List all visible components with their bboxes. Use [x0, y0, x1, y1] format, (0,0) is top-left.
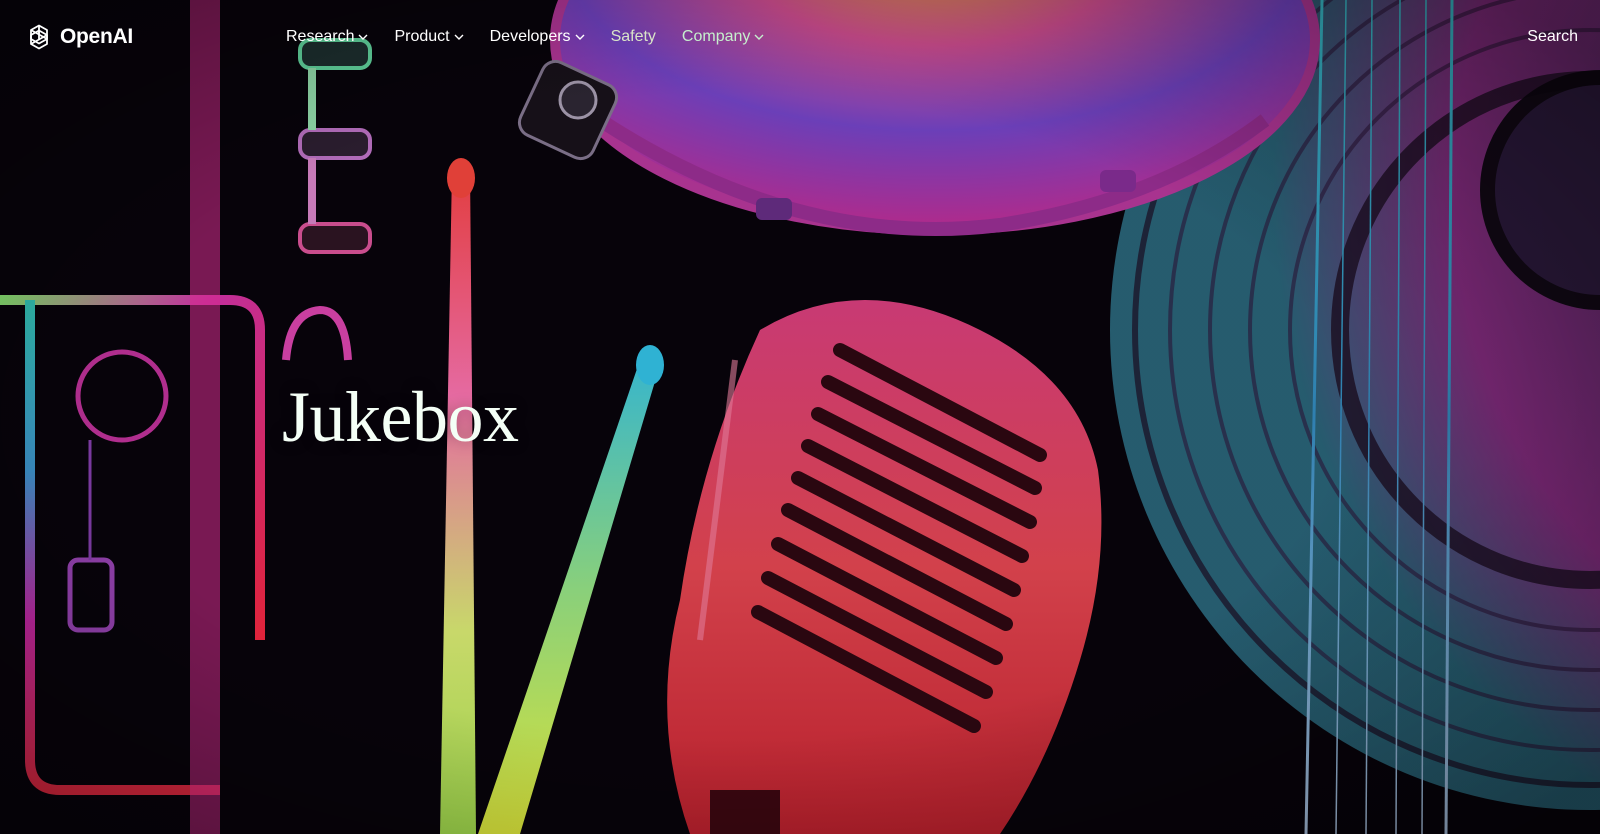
- hero-artwork: [0, 0, 1600, 834]
- brand-name: OpenAI: [60, 25, 133, 48]
- chevron-down-icon: [754, 34, 764, 40]
- nav-label: Research: [286, 28, 355, 45]
- nav-company[interactable]: Company: [682, 28, 764, 46]
- nav-research[interactable]: Research: [286, 28, 368, 46]
- openai-logo[interactable]: OpenAI: [24, 22, 133, 52]
- top-navigation: OpenAI Research Product Developers Safet…: [0, 0, 1600, 74]
- nav-developers[interactable]: Developers: [490, 28, 585, 46]
- chevron-down-icon: [575, 34, 585, 40]
- hero-section: OpenAI Research Product Developers Safet…: [0, 0, 1600, 834]
- openai-knot-icon: [30, 24, 48, 50]
- page-title: Jukebox: [282, 377, 519, 457]
- chevron-down-icon: [454, 34, 464, 40]
- search-link[interactable]: Search: [1527, 0, 1578, 74]
- nav-safety[interactable]: Safety: [611, 28, 656, 46]
- nav-label: Product: [394, 28, 450, 45]
- nav-product[interactable]: Product: [394, 28, 464, 46]
- chevron-down-icon: [358, 34, 368, 40]
- nav-label: Company: [681, 28, 751, 45]
- main-nav: Research Product Developers Safety Compa…: [286, 0, 764, 74]
- nav-label: Safety: [610, 28, 656, 45]
- nav-label: Developers: [489, 28, 571, 45]
